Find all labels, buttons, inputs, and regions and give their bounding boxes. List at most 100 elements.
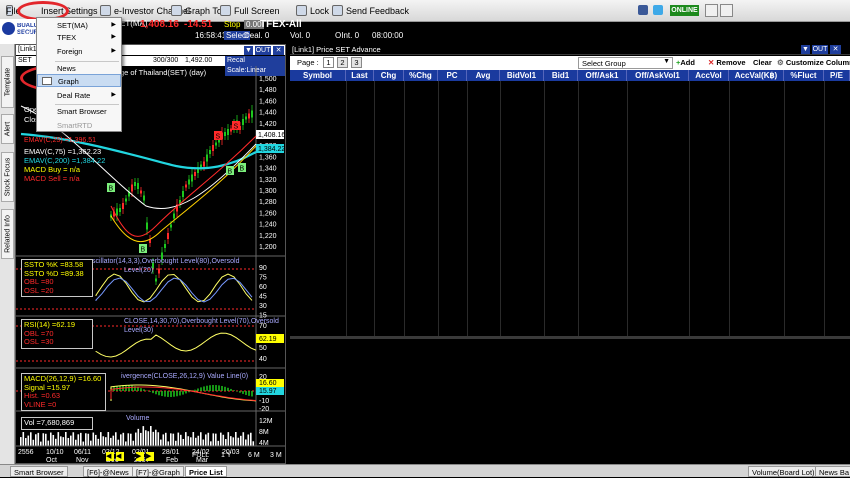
menu-full-screen[interactable]: Full Screen — [217, 3, 283, 19]
volume-bar — [202, 439, 205, 446]
price-panel-titlebar: [Link1] Price SET Advance ▼ OUT ✕ — [290, 44, 850, 55]
col-off-ask1[interactable]: Off/Ask1 — [578, 70, 627, 81]
volume-bar — [215, 433, 217, 446]
twitter-icon[interactable] — [653, 5, 663, 15]
menu-item-set-ma-label: SET(MA) — [57, 21, 88, 30]
col-off-askvol1[interactable]: Off/AskVol1 — [627, 70, 689, 81]
sidebar-tab-alert[interactable]: Alert — [1, 114, 14, 144]
chart-symbol[interactable]: SET — [18, 56, 32, 66]
menu-send-feedback[interactable]: Send Feedback — [329, 3, 412, 19]
menu-file[interactable]: File — [3, 3, 24, 19]
col-accvol[interactable]: AccVol — [689, 70, 729, 81]
macd-title: ivergence(CLOSE,26,12,9) Value Line(0) — [121, 373, 249, 380]
page-1-button[interactable]: 1 — [323, 57, 334, 68]
signal-marker-label: S — [234, 124, 239, 131]
col-pct-chg[interactable]: %Chg — [404, 70, 438, 81]
customize-column-button[interactable]: ⚙ Customize Column — [777, 58, 850, 67]
remove-button[interactable]: ✕ Remove — [708, 58, 746, 67]
nav-prev-icon[interactable]: ◀ — [116, 452, 124, 461]
volume-bar — [150, 426, 152, 446]
volume-bar — [155, 429, 157, 446]
feedback-icon — [332, 5, 343, 16]
nav-last-icon[interactable]: ▶ — [146, 452, 154, 461]
col-accval[interactable]: AccVal(K฿) — [729, 70, 784, 81]
col-last[interactable]: Last — [346, 70, 374, 81]
page-3-button[interactable]: 3 — [351, 57, 362, 68]
col-pe[interactable]: P/E — [824, 70, 850, 81]
signal-marker-label: B — [141, 247, 146, 254]
menu-item-deal-rate-label: Deal Rate — [57, 91, 91, 100]
menu-item-smartrtd[interactable]: SmartRTD — [37, 119, 121, 132]
nav-1y-button[interactable]: 1 Y — [221, 452, 231, 459]
facebook-icon[interactable] — [638, 5, 648, 15]
rsi-title-2: Level(30) — [124, 327, 154, 334]
menu-item-smart-browser[interactable]: Smart Browser — [37, 105, 121, 118]
volume-bar — [142, 426, 145, 446]
menu-item-tfex-label: TFEX — [57, 33, 77, 42]
candle-body — [158, 268, 160, 274]
window-menu-icon[interactable] — [705, 4, 718, 17]
price-out-button[interactable]: OUT — [812, 45, 828, 54]
volume-bar — [247, 434, 250, 446]
price-table-header: Symbol Last Chg %Chg PC Avg BidVol1 Bid1… — [290, 70, 850, 81]
menu-item-smartrtd-label: SmartRTD — [57, 121, 93, 130]
panel-splitter[interactable] — [290, 336, 850, 339]
chart-pin-icon[interactable]: ▼ — [244, 46, 253, 55]
menu-item-tfex[interactable]: TFEX ▶ — [37, 31, 121, 44]
price-toolbar: Page : 1 2 3 Select Group ▼ +Add ✕ Remov… — [290, 56, 850, 70]
stoch-osl: OSL =20 — [24, 285, 54, 295]
menu-lock[interactable]: Lock — [293, 3, 332, 19]
page-2-button[interactable]: 2 — [337, 57, 348, 68]
volume-bar — [87, 433, 90, 446]
volume-bar — [85, 433, 87, 446]
status-tab-price-list[interactable]: Price List — [185, 466, 227, 477]
sidebar-tab-stock-focus[interactable]: Stock Focus — [1, 152, 14, 202]
last-price-tag-text: 1,408.16 — [258, 132, 285, 139]
gear-icon: ⚙ — [777, 58, 784, 67]
sidebar-tab-template[interactable]: Template — [1, 56, 14, 108]
signal-marker-label: B — [240, 166, 245, 173]
page-label: Page : — [297, 58, 319, 67]
col-symbol[interactable]: Symbol — [290, 70, 346, 81]
nav-full-button[interactable]: FULL — [192, 452, 209, 459]
sidebar-tab-related-info[interactable]: Related Info — [1, 209, 14, 259]
col-bid1[interactable]: Bid1 — [544, 70, 578, 81]
col-chg[interactable]: Chg — [374, 70, 404, 81]
price-close-icon[interactable]: ✕ — [830, 45, 841, 54]
status-tab-news[interactable]: [F6]-@News — [83, 466, 133, 477]
volume-bar — [42, 433, 45, 446]
candle-body — [167, 233, 169, 239]
nav-3m-button[interactable]: 3 M — [270, 452, 282, 459]
clear-button[interactable]: Clear — [753, 58, 772, 67]
status-tab-news-bar[interactable]: News Ba — [815, 466, 850, 477]
grid-line — [404, 81, 405, 336]
nav-next-icon[interactable]: ▶ — [136, 452, 144, 461]
menu-item-foreign-label: Foreign — [57, 47, 83, 56]
stoch-axis-label: 90 — [259, 265, 267, 272]
status-tab-smart-browser[interactable]: Smart Browser — [10, 466, 68, 477]
price-pin-icon[interactable]: ▼ — [801, 45, 810, 54]
menu-lock-label: Lock — [310, 6, 330, 16]
candle-body — [140, 190, 142, 194]
col-avg[interactable]: Avg — [467, 70, 500, 81]
col-pc[interactable]: PC — [438, 70, 467, 81]
status-tab-graph[interactable]: [F7]-@Graph — [132, 466, 184, 477]
menu-item-foreign[interactable]: Foreign ▶ — [37, 45, 121, 58]
col-pct-fluct[interactable]: %Fluct — [784, 70, 824, 81]
chart-out-button[interactable]: OUT — [255, 46, 271, 55]
nav-6m-button[interactable]: 6 M — [248, 452, 260, 459]
menu-item-deal-rate[interactable]: Deal Rate ▶ — [37, 89, 121, 102]
rsi-title: CLOSE,14,30,70),Overbought Level(70),Ove… — [124, 318, 279, 325]
window-restore-icon[interactable] — [720, 4, 733, 17]
group-select[interactable]: Select Group ▼ — [578, 57, 673, 69]
nav-first-icon[interactable]: ◀ — [106, 452, 114, 461]
add-button[interactable]: +Add — [676, 58, 695, 67]
group-select-value: Select Group — [582, 59, 626, 68]
volume-bar — [105, 437, 107, 446]
menu-item-graph[interactable]: Graph — [37, 74, 121, 87]
status-tab-volume[interactable]: Volume(Board Lot) — [748, 466, 819, 477]
col-bidvol1[interactable]: BidVol1 — [500, 70, 544, 81]
volume-bar — [132, 440, 135, 446]
chart-close-icon[interactable]: ✕ — [273, 46, 284, 55]
volume-bar — [212, 433, 215, 446]
